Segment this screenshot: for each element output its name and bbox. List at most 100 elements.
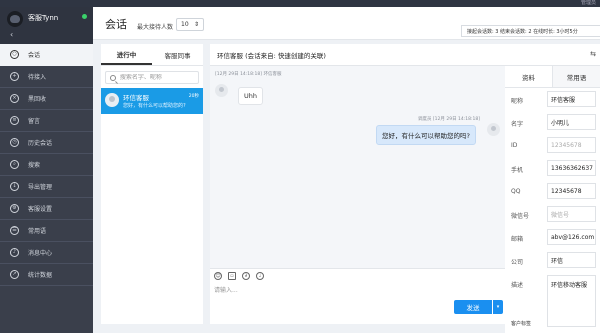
recycle-icon: ×	[10, 94, 19, 103]
max-reception-select[interactable]: 10 ⇕	[176, 18, 204, 31]
sidebar-item-recycle[interactable]: × 黑回收	[0, 88, 93, 110]
list-tabs: 进行中 客服同事	[101, 44, 203, 66]
info-panel-top: ⇆	[505, 44, 600, 66]
tab-profile[interactable]: 资料	[505, 66, 553, 87]
avatar	[105, 93, 119, 107]
avatar	[215, 84, 228, 97]
description-field[interactable]: 环信移动客服	[547, 275, 596, 327]
conversation-list-panel: 进行中 客服同事 环信客服 20秒 您好，有什么可以帮助您的?	[101, 44, 203, 324]
name-field[interactable]: 小明儿	[547, 114, 596, 130]
nickname-field[interactable]: 环信客服	[547, 91, 596, 107]
sidebar-item-search[interactable]: ⌕ 搜索	[0, 154, 93, 176]
emoji-icon[interactable]: ☺	[214, 271, 222, 280]
sidebar-item-label: 客服设置	[28, 206, 53, 213]
chat-title: 环信客服 (会话来自: 快速创建的关联)	[210, 44, 505, 66]
phone-field[interactable]: 13636362637	[547, 160, 596, 176]
field-qq: QQ 12345678	[505, 180, 600, 203]
message-bubble: Uhh	[238, 87, 263, 105]
page-title: 会话	[105, 18, 127, 31]
search-box	[105, 71, 199, 84]
field-company: 公司 环信	[505, 249, 600, 272]
qq-field[interactable]: 12345678	[547, 183, 596, 199]
search-icon: ⌕	[10, 160, 19, 169]
top-header: 会话 最大接待人数 10 ⇕ 接起会话数: 3 结束会话数: 2 在线时长: 3…	[93, 7, 600, 40]
conversation-time: 20秒	[188, 94, 199, 99]
attachment-icon[interactable]: ∂	[242, 271, 250, 280]
conversation-name: 环信客服	[123, 94, 149, 102]
search-input[interactable]	[119, 74, 198, 81]
sidebar-item-label: 历史会话	[28, 140, 53, 147]
sidebar: 客服Tynn ‹ ○ 会话 + 待接入 × 黑回收 ≡ 留言 ◷ 历史会话 ⌕ …	[0, 7, 93, 333]
tab-in-progress[interactable]: 进行中	[101, 44, 152, 65]
search-icon	[110, 74, 116, 81]
field-label: 名字	[511, 121, 524, 128]
top-strip: 管理员	[0, 0, 600, 7]
field-id: ID 12345678	[505, 134, 600, 157]
sidebar-item-phrases[interactable]: ☰ 常用语	[0, 220, 93, 242]
sidebar-item-messages-center[interactable]: ♪ 消息中心	[0, 242, 93, 264]
field-nickname: 昵称 环信客服	[505, 88, 600, 111]
admin-label[interactable]: 管理员	[581, 0, 596, 7]
sidebar-item-label: 会话	[28, 52, 41, 59]
send-options-chevron-icon[interactable]: ▾	[493, 300, 503, 314]
field-label: 微信号	[511, 213, 530, 220]
input-area: 发送 ▾	[210, 282, 505, 324]
sidebar-item-label: 搜索	[28, 162, 41, 169]
image-icon[interactable]: ▫	[228, 271, 236, 280]
chat-panel: 环信客服 (会话来自: 快速创建的关联) [12月 29日 14:18:18] …	[210, 44, 505, 324]
sidebar-item-settings[interactable]: ⚙ 客服设置	[0, 198, 93, 220]
collapse-sidebar-icon[interactable]: ‹	[10, 31, 13, 39]
bell-icon: ♪	[10, 248, 19, 257]
field-label: 描述	[511, 282, 524, 289]
user-name[interactable]: 客服Tynn	[28, 13, 58, 23]
info-tabs: 资料 常用语	[505, 66, 600, 88]
sidebar-item-chat[interactable]: ○ 会话	[0, 44, 93, 66]
field-name: 名字 小明儿	[505, 111, 600, 134]
avatar[interactable]	[7, 11, 23, 27]
message-input[interactable]	[214, 285, 494, 303]
sidebar-item-label: 统计数据	[28, 272, 53, 279]
sidebar-item-label: 消息中心	[28, 250, 53, 257]
sidebar-item-label: 待接入	[28, 74, 47, 81]
max-reception-value: 10	[181, 21, 189, 28]
settings-icon: ⚙	[10, 204, 19, 213]
export-icon: ↓	[10, 182, 19, 191]
sidebar-item-history[interactable]: ◷ 历史会话	[0, 132, 93, 154]
field-label: 邮箱	[511, 236, 524, 243]
sidebar-item-label: 导出管理	[28, 184, 53, 191]
message-area: [12月 29日 14:18:18] 环信客服 Uhh 调度员 [12月 29日…	[210, 66, 505, 268]
message-meta: 调度员 [12月 29日 14:18:18]	[418, 117, 480, 122]
stepper-icon: ⇕	[193, 21, 199, 28]
online-status-dot	[82, 14, 87, 19]
company-field[interactable]: 环信	[547, 252, 596, 268]
field-label: 昵称	[511, 98, 524, 105]
sidebar-item-label: 留言	[28, 118, 41, 125]
id-field[interactable]: 12345678	[547, 137, 596, 153]
customer-info-panel: ⇆ 资料 常用语 昵称 环信客服 名字 小明儿 ID 12345678 手机 1…	[505, 44, 600, 333]
field-email: 邮箱 abv@126.com	[505, 226, 600, 249]
message-icon: ≡	[10, 116, 19, 125]
max-reception-label: 最大接待人数	[137, 24, 174, 31]
field-label: QQ	[511, 188, 521, 195]
tab-colleagues[interactable]: 客服同事	[152, 44, 203, 65]
sidebar-item-export[interactable]: ↓ 导出管理	[0, 176, 93, 198]
sidebar-item-queue[interactable]: + 待接入	[0, 66, 93, 88]
list-item[interactable]: 环信客服 20秒 您好，有什么可以帮助您的?	[101, 88, 203, 114]
field-label: 公司	[511, 259, 524, 266]
stats-icon: ↗	[10, 270, 19, 279]
microphone-icon[interactable]: ♩	[256, 271, 264, 280]
email-field[interactable]: abv@126.com	[547, 229, 596, 245]
message-bubble: 您好，有什么可以帮助您的吗?	[376, 125, 476, 145]
sidebar-item-label: 黑回收	[28, 96, 47, 103]
sidebar-item-message[interactable]: ≡ 留言	[0, 110, 93, 132]
wechat-field[interactable]: 微信号	[547, 206, 596, 222]
message-meta: [12月 29日 14:18:18] 环信客服	[215, 72, 282, 77]
tab-phrases[interactable]: 常用语	[553, 66, 600, 87]
exit-icon[interactable]: ⇆	[590, 50, 596, 58]
sidebar-item-label: 常用语	[28, 228, 47, 235]
field-wechat: 微信号 微信号	[505, 203, 600, 226]
queue-icon: +	[10, 72, 19, 81]
session-stats: 接起会话数: 3 结束会话数: 2 在线时长: 3小时5分	[461, 25, 600, 37]
sidebar-item-stats[interactable]: ↗ 统计数据	[0, 264, 93, 286]
send-button[interactable]: 发送	[454, 300, 492, 314]
